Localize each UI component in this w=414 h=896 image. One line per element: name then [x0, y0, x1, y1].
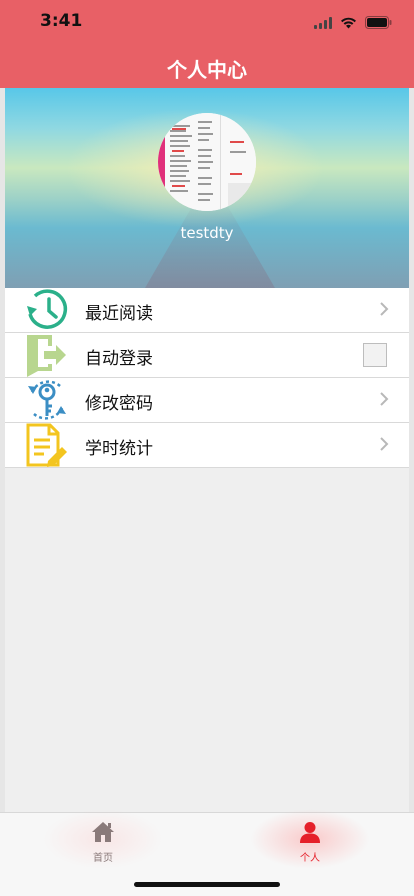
chevron-right-icon	[379, 436, 389, 456]
content-area[interactable]: testdty 最近阅读 自动登录 修改密码 学时统计	[5, 88, 409, 812]
menu-item-label: 最近阅读	[85, 304, 153, 324]
clock-history-icon	[23, 288, 71, 332]
home-indicator[interactable]	[134, 882, 280, 887]
status-time: 3:41	[40, 11, 83, 31]
nav-bar: 个人中心	[0, 44, 414, 88]
menu-item-change-password[interactable]: 修改密码	[5, 378, 409, 423]
key-refresh-icon	[23, 378, 71, 422]
chevron-right-icon	[379, 301, 389, 321]
home-icon	[91, 822, 115, 847]
menu-item-label: 自动登录	[85, 349, 153, 369]
tab-home[interactable]: 首页	[63, 821, 143, 864]
settings-menu: 最近阅读 自动登录 修改密码 学时统计	[5, 288, 409, 468]
tab-home-label: 首页	[93, 853, 113, 864]
profile-header: testdty	[5, 88, 409, 288]
status-bar: 3:41	[0, 0, 414, 44]
menu-item-label: 学时统计	[85, 439, 153, 459]
menu-item-auto-login[interactable]: 自动登录	[5, 333, 409, 378]
login-door-icon	[23, 333, 71, 377]
menu-item-label: 修改密码	[85, 394, 153, 414]
auto-login-checkbox[interactable]	[363, 343, 387, 367]
menu-item-study-hours[interactable]: 学时统计	[5, 423, 409, 468]
username: testdty	[180, 224, 234, 242]
battery-icon	[365, 14, 392, 33]
document-edit-icon	[23, 423, 71, 467]
status-icons	[314, 14, 392, 33]
avatar[interactable]	[158, 113, 256, 211]
tab-me[interactable]: 个人	[270, 821, 350, 864]
signal-icon	[314, 14, 332, 33]
page-title: 个人中心	[167, 58, 247, 82]
wifi-icon	[340, 14, 357, 33]
menu-item-recent-reading[interactable]: 最近阅读	[5, 288, 409, 333]
tab-me-label: 个人	[300, 853, 320, 864]
chevron-right-icon	[379, 391, 389, 411]
person-icon	[298, 822, 322, 847]
